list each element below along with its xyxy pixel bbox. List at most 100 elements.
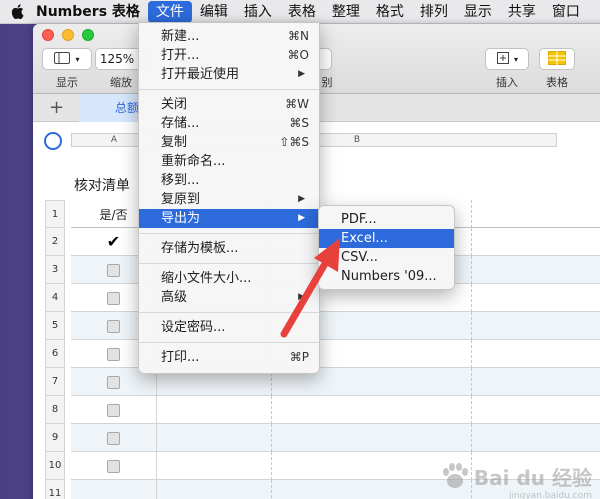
submenu-arrow-icon: ▶ (298, 69, 305, 79)
shortcut-label: ⌘S (289, 116, 309, 130)
menu-arrange[interactable]: 排列 (412, 0, 456, 24)
row-number[interactable]: 9 (45, 424, 65, 452)
shortcut-label: ⇧⌘S (279, 135, 309, 149)
grid-line (471, 228, 472, 256)
menu-item-label: 高级 (161, 290, 188, 305)
menu-item-label: 存储... (161, 116, 200, 131)
annotation-arrow-icon (280, 238, 340, 338)
paw-icon (442, 463, 468, 488)
menu-item-save[interactable]: 存储... ⌘S (139, 114, 319, 133)
chevron-down-icon: ▾ (513, 54, 518, 64)
checkbox[interactable] (107, 319, 120, 333)
grid-line (471, 312, 472, 340)
row-number[interactable]: 7 (45, 368, 65, 396)
menu-separator (139, 89, 319, 90)
shortcut-label: ⌘O (287, 48, 309, 62)
minimize-window-button[interactable] (62, 29, 74, 41)
partial-toolbar-button[interactable] (318, 48, 332, 70)
menu-file[interactable]: 文件 (147, 0, 192, 23)
menu-app-name[interactable]: Numbers 表格 (34, 0, 148, 24)
menu-item-export-to[interactable]: 导出为 ▶ (139, 209, 319, 228)
zoom-value: 125% (99, 52, 135, 66)
select-all-table-icon[interactable] (44, 132, 62, 150)
row-number[interactable]: 4 (45, 284, 65, 312)
checkbox[interactable] (107, 459, 120, 473)
menu-item-label: 打印... (161, 350, 200, 365)
menu-item-revert-to[interactable]: 复原到 ▶ (139, 190, 319, 209)
menu-item-duplicate[interactable]: 复制 ⇧⌘S (139, 133, 319, 152)
checkbox-cell[interactable] (71, 424, 157, 452)
partial-toolbar-label: 别 (321, 76, 333, 89)
menu-item-rename[interactable]: 重新命名... (139, 152, 319, 171)
checkbox[interactable] (107, 291, 120, 305)
grid-line (271, 452, 272, 480)
row-number[interactable]: 6 (45, 340, 65, 368)
menu-item-open-recent[interactable]: 打开最近使用 ▶ (139, 65, 319, 84)
submenu-arrow-icon: ▶ (298, 213, 305, 223)
insert-button[interactable]: ▾ (485, 48, 529, 70)
row-number[interactable]: 11 (45, 480, 65, 499)
shortcut-label: ⌘W (285, 97, 309, 111)
row-number[interactable]: 3 (45, 256, 65, 284)
close-window-button[interactable] (42, 29, 54, 41)
grid-line (471, 424, 472, 452)
table-icon (548, 50, 566, 68)
grid-line (471, 284, 472, 312)
menu-item-label: 新建... (161, 29, 200, 44)
menu-item-new[interactable]: 新建... ⌘N (139, 27, 319, 46)
view-label: 显示 (56, 76, 78, 89)
menu-table[interactable]: 表格 (280, 0, 324, 24)
grid-line (471, 200, 472, 228)
row-number[interactable]: 5 (45, 312, 65, 340)
menu-item-label: 设定密码... (161, 320, 226, 335)
menu-item-label: 缩小文件大小... (161, 271, 252, 286)
table-row (71, 396, 600, 424)
menu-item-open[interactable]: 打开... ⌘O (139, 46, 319, 65)
menu-window[interactable]: 窗口 (544, 0, 588, 24)
row-number[interactable]: 8 (45, 396, 65, 424)
checkbox-cell[interactable] (71, 452, 157, 480)
add-sheet-button[interactable]: + (49, 97, 64, 118)
menu-item-print[interactable]: 打印... ⌘P (139, 348, 319, 367)
checkbox[interactable] (107, 375, 120, 389)
menu-item-label: 关闭 (161, 97, 188, 112)
shortcut-label: ⌘P (289, 350, 309, 364)
row-number[interactable]: 10 (45, 452, 65, 480)
insert-icon (496, 51, 510, 68)
grid-line (271, 396, 272, 424)
row-number[interactable]: 1 (45, 200, 65, 228)
menu-organize[interactable]: 整理 (324, 0, 368, 24)
zoom-window-button[interactable] (82, 29, 94, 41)
grid-line (471, 340, 472, 368)
header-cell-text: 是/否 (99, 207, 128, 222)
menu-item-move-to[interactable]: 移到... (139, 171, 319, 190)
watermark-subtext: jingyan.baidu.com (508, 491, 592, 499)
checkbox-cell[interactable] (71, 396, 157, 424)
shortcut-label: ⌘N (288, 29, 309, 43)
table-title[interactable]: 核对清单 (74, 175, 130, 195)
menu-format[interactable]: 格式 (368, 0, 412, 24)
checkbox[interactable] (107, 403, 120, 417)
export-pdf[interactable]: PDF... (319, 210, 454, 229)
checkbox[interactable] (107, 347, 120, 361)
table-label: 表格 (546, 76, 568, 89)
grid-line (471, 396, 472, 424)
row-number[interactable]: 2 (45, 228, 65, 256)
checkbox[interactable] (107, 431, 120, 445)
view-button[interactable]: ▾ (42, 48, 92, 70)
menu-share[interactable]: 共享 (500, 0, 544, 24)
checkmark-icon[interactable]: ✔ (107, 234, 120, 250)
menu-view[interactable]: 显示 (456, 0, 500, 24)
checkbox-cell[interactable] (71, 480, 157, 499)
menu-item-close[interactable]: 关闭 ⌘W (139, 95, 319, 114)
table-row (71, 424, 600, 452)
submenu-arrow-icon: ▶ (298, 194, 305, 204)
table-button[interactable] (539, 48, 575, 70)
menu-insert[interactable]: 插入 (236, 0, 280, 24)
menu-edit[interactable]: 编辑 (192, 0, 236, 24)
apple-menu-icon[interactable] (0, 0, 34, 24)
menu-item-label: 打开... (161, 48, 200, 63)
checkbox[interactable] (107, 263, 120, 277)
grid-line (271, 424, 272, 452)
menu-bar: Numbers 表格 文件 编辑 插入 表格 整理 格式 排列 显示 共享 窗口 (0, 0, 600, 24)
